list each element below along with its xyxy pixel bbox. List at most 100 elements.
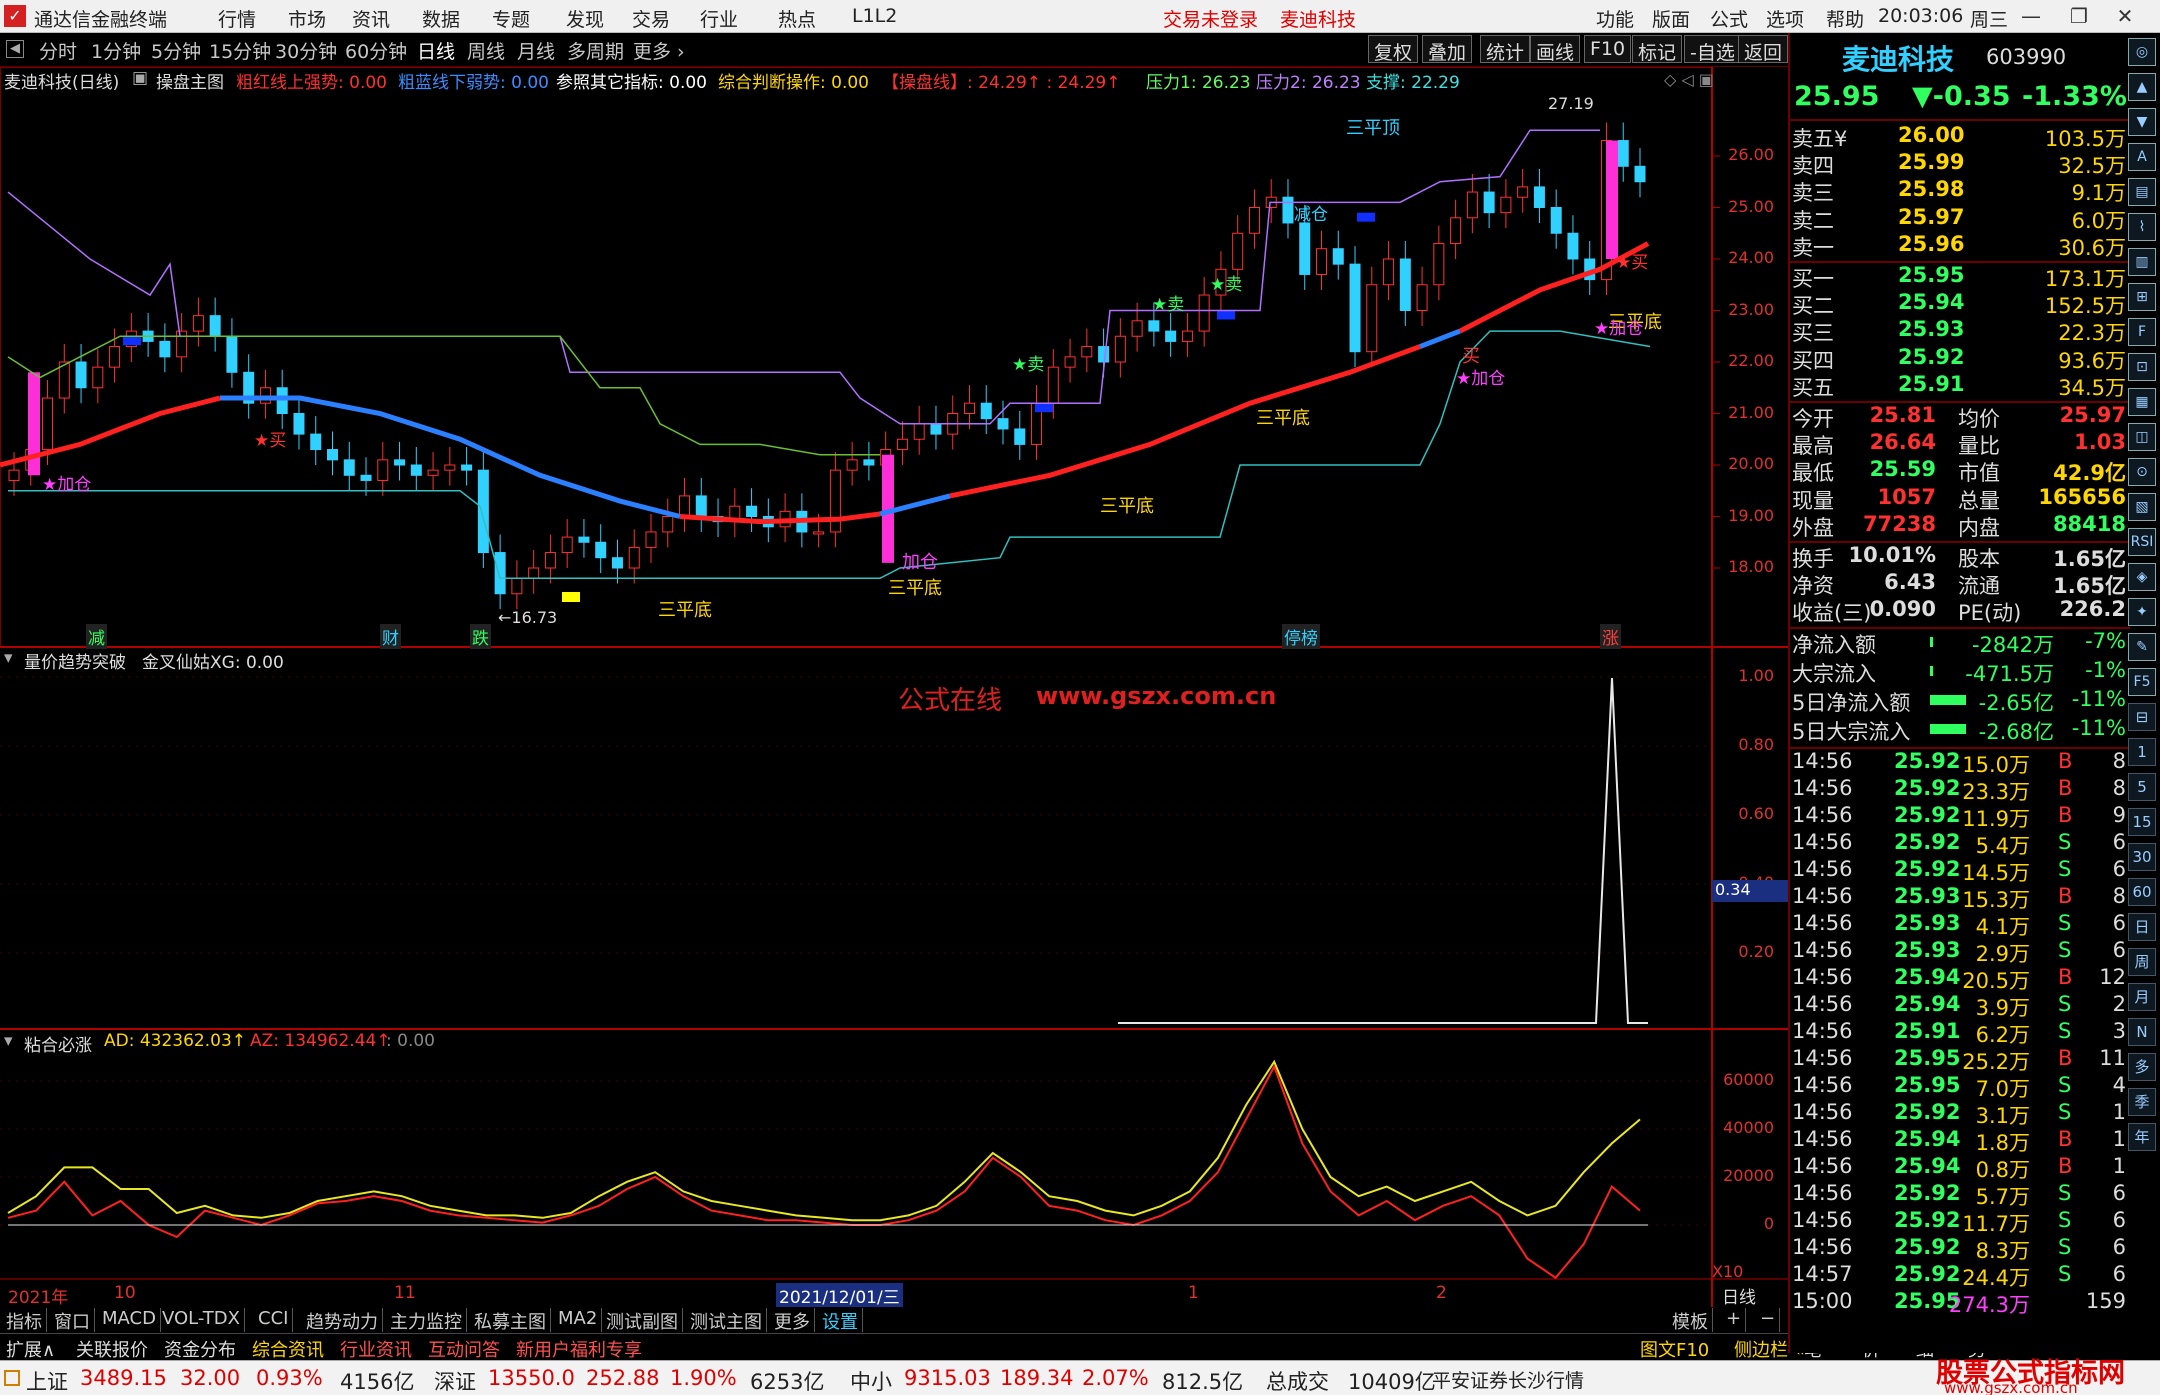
right-menu-2[interactable]: 公式 [1710,5,1748,32]
bottom-menu-2[interactable]: 资金分布 [160,1336,240,1362]
period-2[interactable]: 5分钟 [148,37,204,64]
side-tool-icon[interactable]: ✎ [2128,633,2156,661]
sub1-title[interactable]: 量价趋势突破 [24,648,126,673]
indicator-tab-6[interactable]: 主力监控 [386,1308,467,1333]
menu-1[interactable]: 市场 [288,5,326,32]
side-tool-icon[interactable]: ⊙ [2128,458,2156,486]
indicator-tab-0[interactable]: 指标 [2,1308,47,1333]
menu-6[interactable]: 交易 [632,5,670,32]
menu-5[interactable]: 发现 [566,5,604,32]
bottom-menu-5[interactable]: 互动问答 [424,1336,504,1362]
menu-4[interactable]: 专题 [492,5,530,32]
side-tool-icon[interactable]: 15 [2128,808,2156,836]
period-8[interactable]: 月线 [514,37,558,64]
period-10[interactable]: 更多 › [630,37,688,64]
side-tool-icon[interactable]: ◫ [2128,423,2156,451]
right-menu-0[interactable]: 功能 [1596,5,1634,32]
bottom-menu-3[interactable]: 综合资讯 [248,1336,328,1362]
sub1-menu-icon[interactable]: ▾ [4,648,13,668]
indicator-tab-2[interactable]: MACD [98,1308,161,1332]
side-tool-icon[interactable]: ◎ [2128,38,2156,66]
main-formula-name[interactable]: 操盘主图 [156,68,224,93]
sz-label[interactable]: 深证 [434,1366,476,1395]
indicator-tab-4[interactable]: CCI [254,1308,294,1332]
period-4[interactable]: 30分钟 [272,37,340,64]
window-minimize-button[interactable]: — [2014,3,2048,29]
indicator-tab-1[interactable]: 窗口 [50,1308,95,1333]
menu-9[interactable]: L1L2 [852,5,897,27]
bottom-menu-1[interactable]: 关联报价 [72,1336,152,1362]
side-tool-icon[interactable]: RSI [2128,528,2156,556]
period-3[interactable]: 15分钟 [206,37,274,64]
sub2-menu-icon[interactable]: ▾ [4,1031,13,1051]
side-tool-icon[interactable]: ⊞ [2128,283,2156,311]
indicator-tab-12[interactable]: 设置 [818,1308,863,1333]
menu-2[interactable]: 资讯 [352,5,390,32]
toolbar-4[interactable]: F10 [1584,35,1632,63]
side-tool-icon[interactable]: ▦ [2128,388,2156,416]
indicator-tab-3[interactable]: VOL-TDX [158,1308,245,1332]
toolbar-6[interactable]: -自选 [1684,35,1741,64]
menu-7[interactable]: 行业 [700,5,738,32]
side-tool-icon[interactable]: 30 [2128,843,2156,871]
toolbar-0[interactable]: 复权 [1368,35,1419,64]
side-tool-icon[interactable]: ▼ [2128,108,2156,136]
side-tool-icon[interactable]: ⊟ [2128,703,2156,731]
side-tool-icon[interactable]: ✦ [2128,598,2156,626]
side-tool-icon[interactable]: 周 [2128,948,2156,976]
menu-0[interactable]: 行情 [218,5,256,32]
indicator-tab-5[interactable]: 趋势动力 [302,1308,383,1333]
sh-label[interactable]: 上证 [26,1366,68,1395]
side-tool-icon[interactable]: ⌇ [2128,213,2156,241]
period-7[interactable]: 周线 [464,37,508,64]
toolbar-1[interactable]: 叠加 [1422,35,1473,64]
period-0[interactable]: 分时 [36,37,80,64]
window-restore-button[interactable]: ❐ [2062,3,2096,29]
side-tool-icon[interactable]: 5 [2128,773,2156,801]
toolbar-5[interactable]: 标记 [1632,35,1683,64]
side-tool-icon[interactable]: 1 [2128,738,2156,766]
side-tool-icon[interactable]: F5 [2128,668,2156,696]
side-tool-icon[interactable]: ⊡ [2128,353,2156,381]
indicator-tab-11[interactable]: 更多 [770,1308,815,1333]
bottom-menu-6[interactable]: 新用户福利专享 [512,1336,646,1362]
period-9[interactable]: 多周期 [564,37,627,64]
bottom-menu-4[interactable]: 行业资讯 [336,1336,416,1362]
right-menu-4[interactable]: 帮助 [1826,5,1864,32]
side-tool-icon[interactable]: 日 [2128,913,2156,941]
bottom-right-0[interactable]: 模板 [1668,1308,1713,1333]
bottom-right-1[interactable]: + [1722,1308,1747,1332]
period-6[interactable]: 日线 [414,37,458,64]
status-icon[interactable] [4,1370,20,1386]
bottom-right-2[interactable]: − [1756,1308,1781,1332]
side-tool-icon[interactable]: N [2128,1018,2156,1046]
side-tool-icon[interactable]: 季 [2128,1088,2156,1116]
toolbar-3[interactable]: 画线 [1530,35,1581,64]
chart-menu-icon[interactable]: ▣ [132,68,148,88]
period-5[interactable]: 60分钟 [342,37,410,64]
collapse-icon[interactable]: ◀ [6,40,24,58]
toolbar-7[interactable]: 返回 [1738,35,1789,64]
indicator-tab-7[interactable]: 私募主图 [470,1308,551,1333]
toolbar-2[interactable]: 统计 [1480,35,1531,64]
bottom-menu-right-0[interactable]: 图文F10 [1636,1336,1713,1362]
menu-3[interactable]: 数据 [422,5,460,32]
zx-label[interactable]: 中小 [850,1366,892,1395]
period-1[interactable]: 1分钟 [88,37,144,64]
right-menu-3[interactable]: 选项 [1766,5,1804,32]
side-tool-icon[interactable]: ▲ [2128,73,2156,101]
right-menu-1[interactable]: 版面 [1652,5,1690,32]
side-tool-icon[interactable]: 年 [2128,1123,2156,1151]
trade-status[interactable]: 交易未登录 [1163,5,1258,32]
side-tool-icon[interactable]: 月 [2128,983,2156,1011]
side-tool-icon[interactable]: ◈ [2128,563,2156,591]
sub2-title[interactable]: 粘合必涨 [24,1031,92,1056]
side-tool-icon[interactable]: 多 [2128,1053,2156,1081]
menu-8[interactable]: 热点 [778,5,816,32]
side-tool-icon[interactable]: ▤ [2128,178,2156,206]
side-tool-icon[interactable]: ▥ [2128,248,2156,276]
indicator-tab-10[interactable]: 测试主图 [686,1308,767,1333]
bottom-menu-0[interactable]: 扩展∧ [2,1336,59,1362]
indicator-tab-8[interactable]: MA2 [554,1308,603,1332]
chart-options-icon[interactable]: ◇ ◁ ▣ [1664,70,1714,89]
